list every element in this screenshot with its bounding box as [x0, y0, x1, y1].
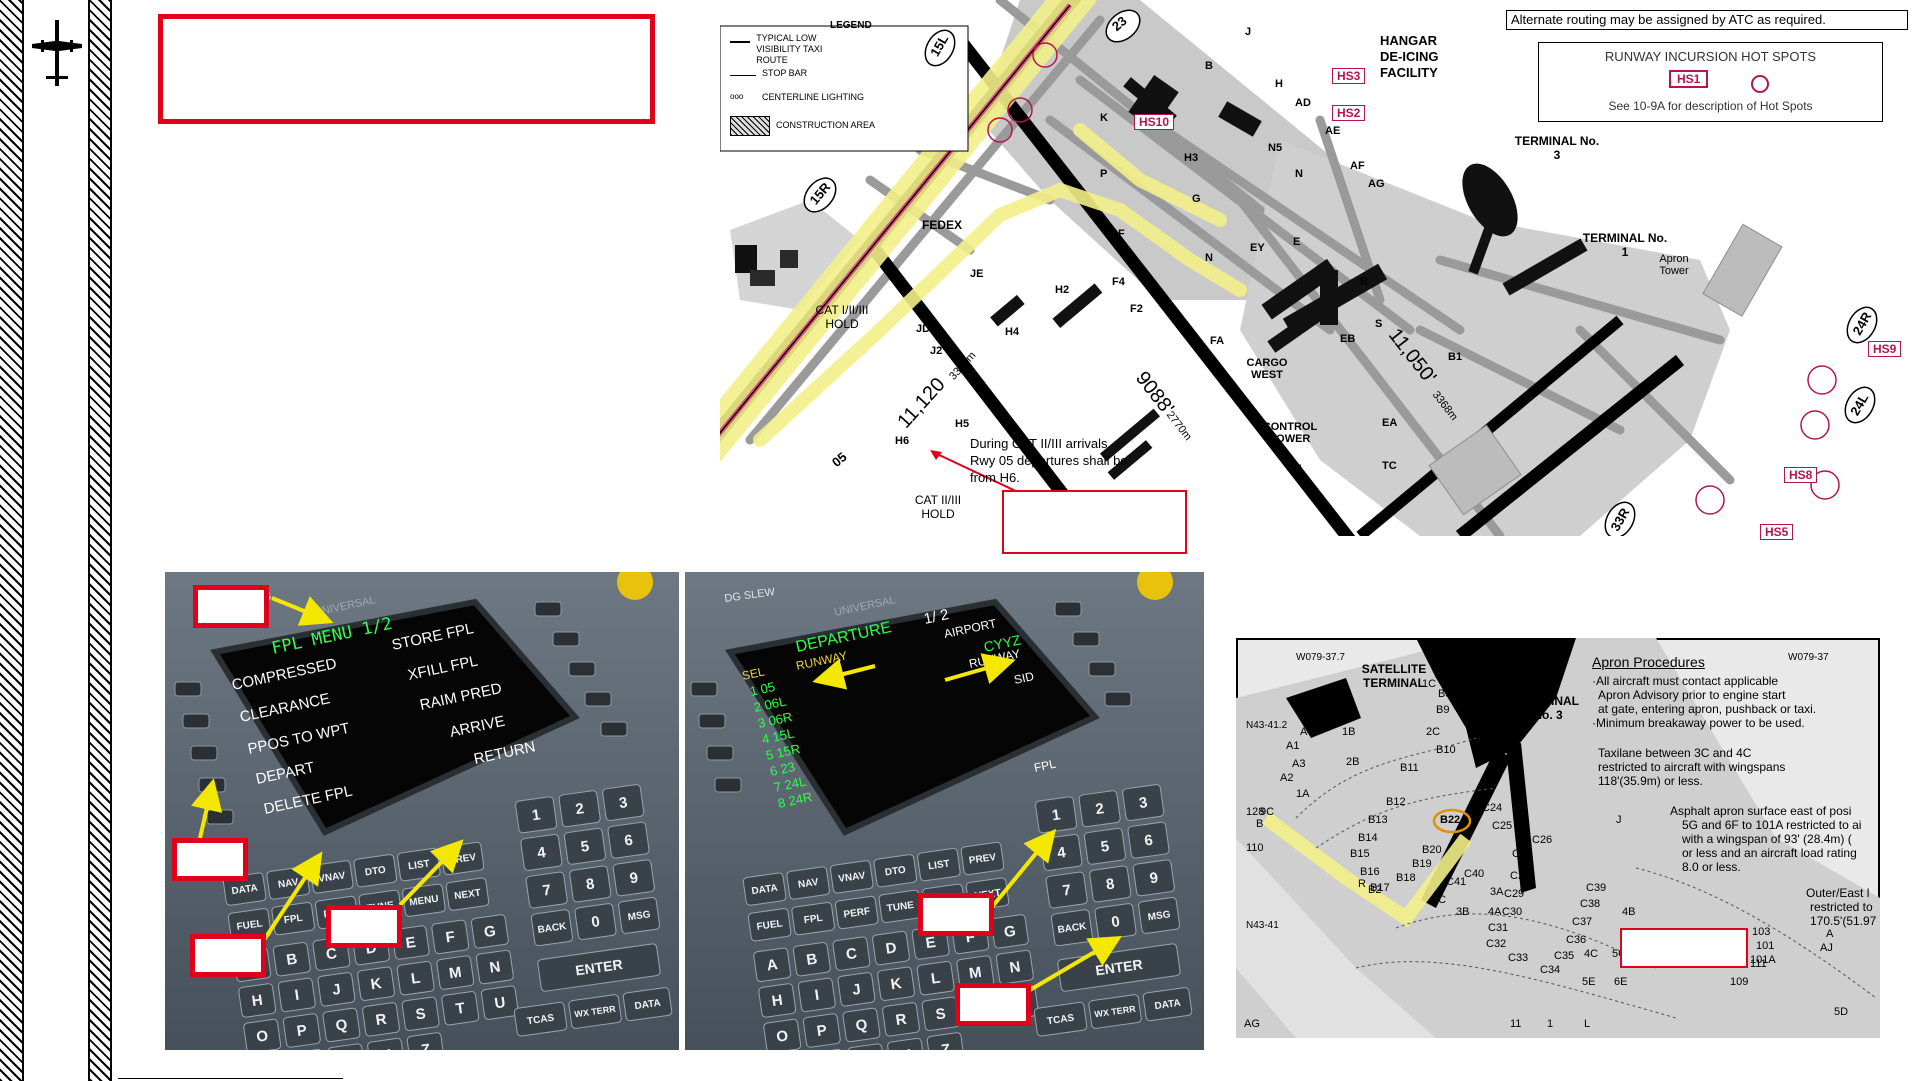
fms-key-prev[interactable]: PREV [440, 841, 485, 876]
fms-key-i[interactable]: I [277, 977, 316, 1013]
fms-key-data2[interactable]: DATA [622, 987, 673, 1022]
fms-key-a[interactable]: A [753, 947, 792, 982]
fms-key-f[interactable]: F [431, 919, 470, 955]
fms-key-data2[interactable]: DATA [1142, 987, 1193, 1022]
runway-entry-placeholder-box [918, 893, 994, 936]
fms-key-num-2[interactable]: 2 [558, 790, 601, 828]
fms-key-num-4[interactable]: 4 [1040, 833, 1083, 871]
fms-key-num-2[interactable]: 2 [1078, 790, 1121, 828]
fms-key-vnav[interactable]: VNAV [309, 860, 354, 894]
fms-key-num-4[interactable]: 4 [520, 833, 563, 871]
fms-key-num-6[interactable]: 6 [607, 821, 650, 859]
fms-key-o[interactable]: O [763, 1018, 802, 1050]
fms-key-n[interactable]: N [475, 949, 514, 985]
h6-pointer-arrow [934, 452, 1021, 494]
fms-key-data[interactable]: DATA [742, 872, 787, 906]
fms-key-s[interactable]: S [401, 996, 440, 1032]
enter-placeholder-box [955, 983, 1031, 1026]
fms-key-list[interactable]: LIST [397, 847, 441, 882]
fms-key-menu[interactable]: MENU [402, 883, 446, 917]
fms-key-h[interactable]: H [758, 983, 797, 1018]
fms-key-p[interactable]: P [282, 1013, 321, 1048]
fms-key-num-back[interactable]: BACK [530, 909, 573, 947]
h6-placeholder-box [1002, 490, 1187, 554]
depart-placeholder-box [172, 838, 248, 881]
fms-key-num-1[interactable]: 1 [1035, 796, 1078, 834]
fms-key-num-msg[interactable]: MSG [618, 896, 661, 934]
fms-key-num-1[interactable]: 1 [515, 796, 558, 834]
fms-key-prev[interactable]: PREV [960, 841, 1005, 876]
footer-rule [118, 1078, 343, 1079]
fms-key-dto[interactable]: DTO [873, 854, 918, 888]
fpl-key-placeholder-box [190, 934, 266, 977]
fms-key-next[interactable]: NEXT [445, 877, 490, 911]
fms-key-perf[interactable]: PERF [835, 895, 879, 930]
key-label: M [968, 964, 983, 983]
airplane-icon [32, 20, 82, 86]
fms-key-r[interactable]: R [362, 1002, 400, 1037]
fms-key-m[interactable]: M [436, 955, 475, 990]
fms-key-k[interactable]: K [877, 966, 915, 1001]
fms-key-num-7[interactable]: 7 [1045, 871, 1088, 909]
fms-key-g[interactable]: G [470, 914, 509, 949]
fms-key-j[interactable]: J [317, 972, 356, 1007]
fms-fpl-menu-panel: UNIVERSAL DG FPL MENU 1/2 COMPRESSED CLE… [165, 572, 679, 1050]
fms-key-q[interactable]: Q [842, 1007, 881, 1043]
gate-placeholder-box [1620, 928, 1748, 968]
key-label: G [1003, 923, 1017, 941]
fms-key-fuel[interactable]: FUEL [747, 908, 792, 942]
menu-key-placeholder-box [326, 905, 402, 948]
fms-key-i[interactable]: I [797, 977, 836, 1013]
fms-key-num-8[interactable]: 8 [1089, 865, 1132, 903]
fms-key-num-msg[interactable]: MSG [1138, 896, 1181, 934]
fms-departure-panel: UNIVERSAL DG SLEW DEPARTURE 1/ 2 AIRPORT… [685, 572, 1204, 1050]
fms-key-num-6[interactable]: 6 [1127, 821, 1170, 859]
fms-key-num-5[interactable]: 5 [563, 827, 606, 865]
fms-key-g[interactable]: G [990, 914, 1029, 949]
key-label: M [448, 964, 463, 983]
fms-key-num-5[interactable]: 5 [1083, 827, 1126, 865]
fms-key-num-0[interactable]: 0 [1094, 903, 1137, 941]
fms-key-n[interactable]: N [995, 949, 1034, 985]
fms-key-c[interactable]: C [832, 936, 871, 971]
fms-key-o[interactable]: O [243, 1018, 282, 1050]
key-label: G [483, 923, 497, 941]
fms-key-fpl[interactable]: FPL [271, 902, 315, 936]
fms-key-nav[interactable]: NAV [786, 866, 830, 900]
fms-key-k[interactable]: K [357, 966, 395, 1001]
fms-key-tune[interactable]: TUNE [878, 889, 923, 924]
fms-key-l[interactable]: L [916, 960, 955, 996]
fms-key-num-8[interactable]: 8 [569, 865, 612, 903]
fms-key-r[interactable]: R [882, 1002, 920, 1037]
fms-key-s[interactable]: S [921, 996, 960, 1032]
fms-key-num-back[interactable]: BACK [1050, 909, 1093, 947]
fms-key-u[interactable]: U [480, 985, 519, 1020]
fms-key-vnav[interactable]: VNAV [829, 860, 874, 894]
left-hatched-rail [0, 0, 24, 1081]
fms-key-num-7[interactable]: 7 [525, 871, 568, 909]
fpl-menu-placeholder-box [193, 585, 269, 628]
fms-key-p[interactable]: P [802, 1013, 841, 1048]
airport-diagram-chart [720, 0, 1878, 536]
fms-key-fpl[interactable]: FPL [791, 902, 835, 936]
fms-key-dto[interactable]: DTO [353, 854, 398, 888]
fms-key-num-9[interactable]: 9 [1132, 859, 1175, 897]
fms-key-t[interactable]: T [441, 991, 480, 1026]
fms-key-num-9[interactable]: 9 [612, 859, 655, 897]
fms-key-j[interactable]: J [837, 972, 876, 1007]
fms-key-b[interactable]: B [792, 942, 831, 977]
title-placeholder-box [158, 14, 655, 124]
fms-key-num-3[interactable]: 3 [602, 784, 645, 822]
fms-key-h[interactable]: H [238, 983, 277, 1018]
right-hatched-rail [88, 0, 112, 1081]
fms-key-num-0[interactable]: 0 [574, 903, 617, 941]
apron-chart [1236, 638, 1880, 1038]
fms-key-list[interactable]: LIST [917, 847, 961, 882]
fms-key-d[interactable]: D [872, 930, 910, 966]
fms-key-l[interactable]: L [396, 960, 435, 996]
fms-key-num-3[interactable]: 3 [1122, 784, 1165, 822]
fms-key-b[interactable]: B [272, 942, 311, 977]
fms-key-q[interactable]: Q [322, 1007, 361, 1043]
fms-key-nav[interactable]: NAV [266, 866, 310, 900]
